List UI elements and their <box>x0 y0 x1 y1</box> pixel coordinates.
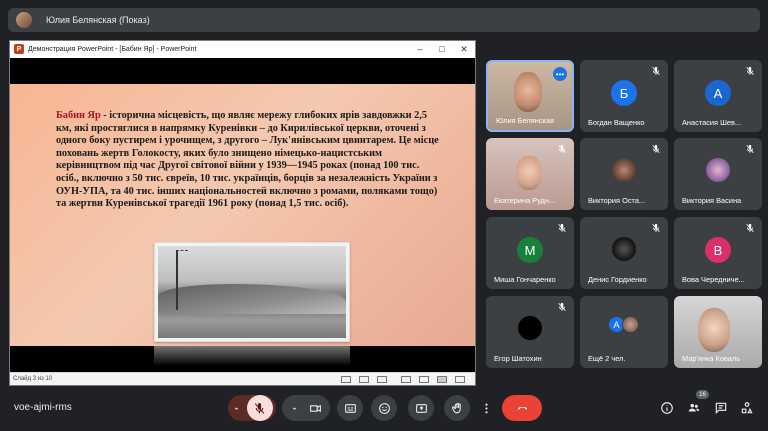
people-count-badge: 16 <box>696 390 709 399</box>
chevron-up-icon[interactable] <box>290 404 299 413</box>
participant-tile[interactable]: А Ещё 2 чел. <box>580 296 668 368</box>
participant-tile[interactable]: Мар'янка Коваль <box>674 296 762 368</box>
slide-text: Бабин Яр - історична місцевість, що явля… <box>56 110 444 211</box>
activities-icon[interactable] <box>740 401 754 415</box>
participant-name: Денис Гордиенко <box>588 275 647 284</box>
slide-counter: Слайд 3 из 10 <box>13 376 53 382</box>
avatar: А <box>705 80 731 106</box>
more-options-button[interactable] <box>478 395 494 421</box>
avatar: Б <box>611 80 637 106</box>
chat-icon[interactable] <box>714 401 728 415</box>
participant-name: Виктория Оста... <box>588 196 646 205</box>
maximize-icon[interactable]: □ <box>431 41 453 57</box>
avatar: В <box>705 237 731 263</box>
presenter-bar: Юлия Белянская (Показ) <box>8 8 760 32</box>
ppt-statusbar: Слайд 3 из 10 <box>10 372 475 385</box>
participant-name: Юлия Белянская <box>496 116 554 125</box>
chevron-up-icon[interactable] <box>232 404 241 413</box>
mic-control[interactable] <box>228 395 276 421</box>
mic-off-icon <box>746 223 754 233</box>
avatar <box>622 316 639 333</box>
participant-name: Виктория Васина <box>682 196 742 205</box>
present-button[interactable] <box>408 395 434 421</box>
participant-tile[interactable]: Виктория Васина <box>674 138 762 210</box>
camera-icon[interactable] <box>309 402 322 415</box>
people-icon[interactable] <box>687 401 701 415</box>
participant-tile[interactable]: Егор Шатохин <box>486 296 574 368</box>
presenter-avatar <box>16 12 32 28</box>
sorter-view-icon[interactable] <box>419 375 429 383</box>
more-vert-icon <box>484 403 488 413</box>
ravine-photo <box>158 246 346 338</box>
participant-name: Анастасия Шев... <box>682 118 742 127</box>
avatar <box>518 316 542 340</box>
more-participants-avatars: А <box>608 316 639 333</box>
slideshow-view-icon[interactable] <box>455 375 465 383</box>
leave-call-button[interactable] <box>502 395 542 421</box>
raise-hand-button[interactable] <box>444 395 470 421</box>
slide-body: - історична місцевість, що являє мережу … <box>56 110 439 210</box>
mic-off-icon <box>558 223 566 233</box>
participant-tile[interactable]: Виктория Оста... <box>580 138 668 210</box>
normal-view-icon[interactable] <box>401 375 411 383</box>
slide-area: Бабин Яр - історична місцевість, що явля… <box>10 58 475 373</box>
participant-tile[interactable]: М Миша Гончаренко <box>486 217 574 289</box>
participant-name: Екатерина Рудн... <box>494 196 556 205</box>
slide-menu-icon[interactable] <box>359 375 369 383</box>
mic-off-icon <box>652 66 660 76</box>
emoji-icon <box>378 402 390 414</box>
participant-tile[interactable]: ••• Юлия Белянская <box>486 60 574 132</box>
more-options-icon[interactable]: ••• <box>553 67 567 81</box>
prev-slide-icon[interactable] <box>341 375 351 383</box>
slide: Бабин Яр - історична місцевість, що явля… <box>10 84 475 366</box>
avatar: М <box>517 237 543 263</box>
mic-off-icon <box>746 144 754 154</box>
participant-tile[interactable]: А Анастасия Шев... <box>674 60 762 132</box>
mic-off-button[interactable] <box>246 395 273 421</box>
participant-name: Вова Чередниче... <box>682 275 745 284</box>
participant-tile[interactable]: Екатерина Рудн... <box>486 138 574 210</box>
captions-button[interactable] <box>337 395 363 421</box>
photo-reflection <box>154 346 350 366</box>
participant-name: Мар'янка Коваль <box>682 354 741 363</box>
powerpoint-icon: P <box>14 44 24 54</box>
mic-off-icon <box>254 402 265 414</box>
next-slide-icon[interactable] <box>377 375 387 383</box>
close-icon[interactable]: ✕ <box>453 41 475 57</box>
ppt-titlebar: P Демонстрация PowerPoint - [Бабин Яр] -… <box>10 41 475 57</box>
participant-tile[interactable]: Денис Гордиенко <box>580 217 668 289</box>
camera-control[interactable] <box>282 395 330 421</box>
powerpoint-window: P Демонстрация PowerPoint - [Бабин Яр] -… <box>9 40 476 386</box>
mic-off-icon <box>558 144 566 154</box>
slide-highlight: Бабин Яр <box>56 110 101 121</box>
participant-name: Ещё 2 чел. <box>588 354 626 363</box>
participant-name: Миша Гончаренко <box>494 275 556 284</box>
emoji-button[interactable] <box>371 395 397 421</box>
participant-tile[interactable]: Б Богдан Ващенко <box>580 60 668 132</box>
avatar <box>706 158 730 182</box>
mic-off-icon <box>558 302 566 312</box>
meeting-code: voe-ajmi-rms <box>14 402 72 413</box>
participant-name: Егор Шатохин <box>494 354 542 363</box>
captions-icon <box>344 403 356 413</box>
minimize-icon[interactable]: – <box>409 41 431 57</box>
slide-photo <box>154 242 350 342</box>
mic-off-icon <box>652 144 660 154</box>
end-call-icon <box>517 406 527 410</box>
avatar <box>612 158 636 182</box>
ppt-window-title: Демонстрация PowerPoint - [Бабин Яр] - P… <box>28 45 197 53</box>
participant-name: Богдан Ващенко <box>588 118 645 127</box>
mic-off-icon <box>746 66 754 76</box>
reading-view-icon[interactable] <box>437 375 447 383</box>
presenter-title: Юлия Белянская (Показ) <box>46 15 150 25</box>
present-screen-icon <box>415 403 427 413</box>
info-icon[interactable] <box>660 401 674 415</box>
hand-icon <box>451 402 461 413</box>
participant-tile[interactable]: В Вова Чередниче... <box>674 217 762 289</box>
avatar <box>612 237 636 261</box>
mic-off-icon <box>652 223 660 233</box>
